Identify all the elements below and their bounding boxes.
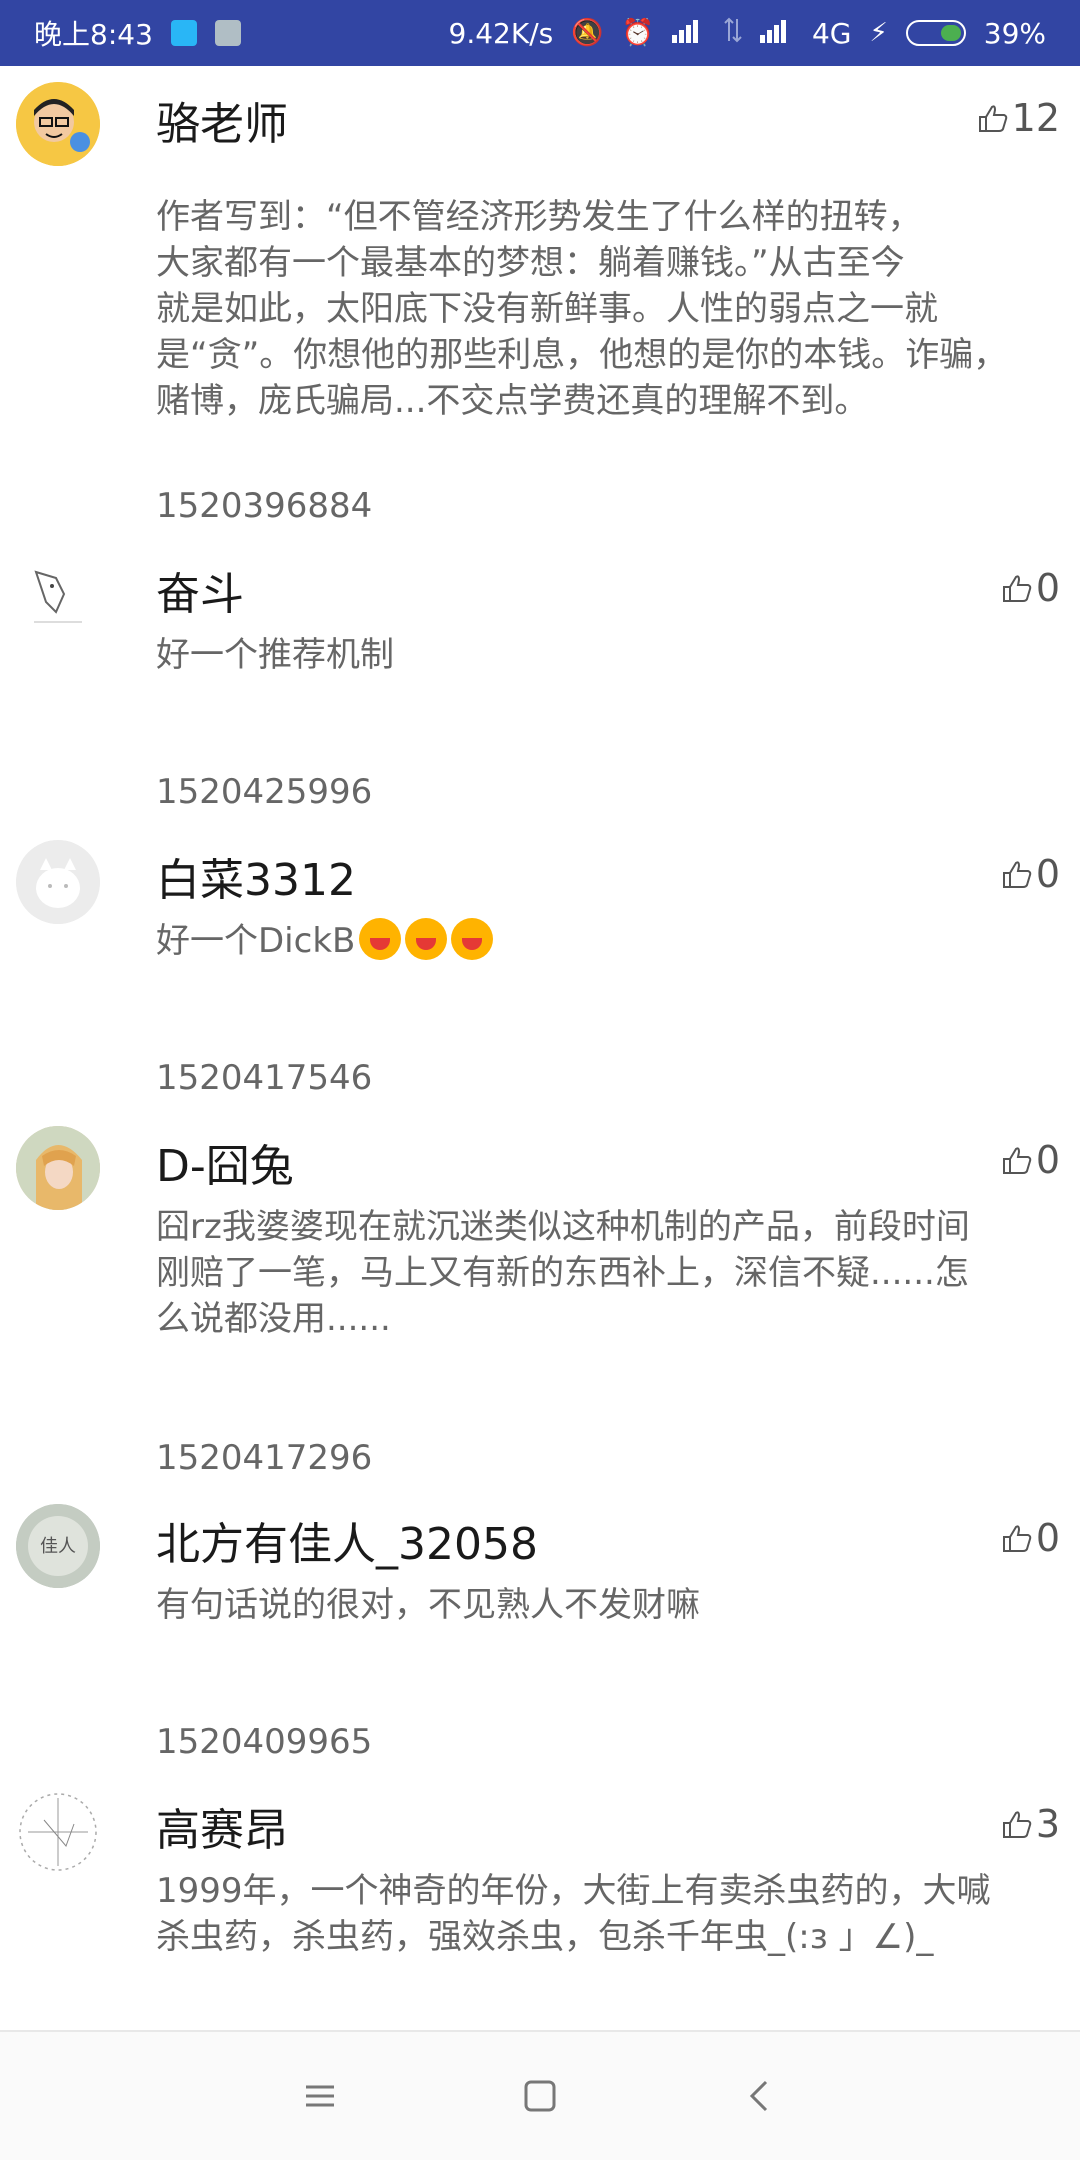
avatar[interactable] xyxy=(16,840,100,924)
avatar[interactable]: 佳人 xyxy=(16,1504,100,1588)
comment-text-content: 好一个DickB xyxy=(156,921,356,961)
comment-text: 好一个推荐机制 xyxy=(156,635,394,675)
comment-text: 有句话说的很对，不见熟人不发财嘛 xyxy=(156,1585,700,1625)
thumbs-up-icon xyxy=(1002,575,1032,602)
status-bar: 晚上8:43 9.42K/s 🔕 ⏰ 4G ⚡ 39% xyxy=(0,0,1080,66)
like-count: 12 xyxy=(1011,96,1060,140)
notification-app-icon xyxy=(170,20,197,46)
comment-text: 1999年，一个神奇的年份，大街上有卖杀虫药的，大喊 杀虫药，杀虫药，强效杀虫，… xyxy=(156,1871,991,1957)
charging-icon: ⚡ xyxy=(869,18,888,48)
laughing-emoji-icon xyxy=(359,918,402,960)
comment-text: 好一个DickB xyxy=(156,918,1072,964)
thumbs-up-icon xyxy=(1002,861,1032,888)
like-count: 0 xyxy=(1035,852,1060,896)
comment-timestamp: 1520425996 xyxy=(156,772,373,812)
battery-percent: 39% xyxy=(983,16,1046,50)
avatar[interactable] xyxy=(16,82,100,166)
commenter-name[interactable]: 白菜3312 xyxy=(156,844,356,908)
comment-timestamp: 1520396884 xyxy=(156,486,373,526)
status-time: 晚上8:43 xyxy=(34,18,153,51)
data-arrows-icon xyxy=(724,17,742,50)
comment-timestamp: 1520409965 xyxy=(156,1722,373,1762)
like-button[interactable]: 0 xyxy=(1000,852,1060,896)
avatar[interactable] xyxy=(16,1126,100,1210)
back-icon xyxy=(749,2080,768,2112)
comment-text: 囧rz我婆婆现在就沉迷类似这种机制的产品，前段时间 刚赔了一笔，马上又有新的东西… xyxy=(156,1207,970,1339)
mute-icon: 🔕 xyxy=(571,18,604,48)
laughing-emoji-icon xyxy=(451,918,494,960)
battery-icon xyxy=(905,20,966,46)
avatar[interactable] xyxy=(16,554,100,638)
like-count: 0 xyxy=(1035,1516,1060,1560)
commenter-name[interactable]: 奋斗 xyxy=(156,558,244,622)
comment-timestamp: 1520417296 xyxy=(156,1438,373,1478)
comment-text: 作者写到：“但不管经济形势发生了什么样的扭转， 大家都有一个最基本的梦想：躺着赚… xyxy=(156,197,1008,421)
commenter-name[interactable]: 北方有佳人_32058 xyxy=(156,1508,538,1572)
like-button[interactable]: 12 xyxy=(976,96,1060,140)
thumbs-up-icon xyxy=(1002,1525,1032,1552)
signal-icon xyxy=(671,17,706,50)
network-speed: 9.42K/s xyxy=(448,16,554,50)
like-button[interactable]: 0 xyxy=(1000,1138,1060,1182)
navigation-bar xyxy=(0,2032,1080,2160)
menu-icon xyxy=(306,2085,334,2107)
network-type: 4G xyxy=(811,16,852,50)
comment-timestamp: 1520417546 xyxy=(156,1058,373,1098)
commenter-name[interactable]: D-囧兔 xyxy=(156,1130,294,1194)
home-icon xyxy=(524,2080,556,2112)
alarm-icon: ⏰ xyxy=(621,18,654,48)
thumbs-up-icon xyxy=(1002,1811,1032,1838)
back-button[interactable] xyxy=(650,2032,870,2160)
like-button[interactable]: 0 xyxy=(1000,1516,1060,1560)
notification-news-icon xyxy=(214,20,241,46)
commenter-name[interactable]: 骆老师 xyxy=(156,88,288,152)
menu-button[interactable] xyxy=(210,2032,430,2160)
like-count: 0 xyxy=(1035,1138,1060,1182)
home-button[interactable] xyxy=(430,2032,650,2160)
commenter-name[interactable]: 高赛昂 xyxy=(156,1794,288,1858)
like-button[interactable]: 0 xyxy=(1000,566,1060,610)
thumbs-up-icon xyxy=(978,105,1007,132)
like-button[interactable]: 3 xyxy=(1000,1802,1060,1846)
like-count: 0 xyxy=(1035,566,1060,610)
svg-text:佳人: 佳人 xyxy=(40,1536,76,1557)
avatar[interactable] xyxy=(16,1790,100,1874)
signal-icon xyxy=(759,17,794,50)
thumbs-up-icon xyxy=(1002,1147,1032,1174)
laughing-emoji-icon xyxy=(405,918,448,960)
like-count: 3 xyxy=(1035,1802,1060,1846)
